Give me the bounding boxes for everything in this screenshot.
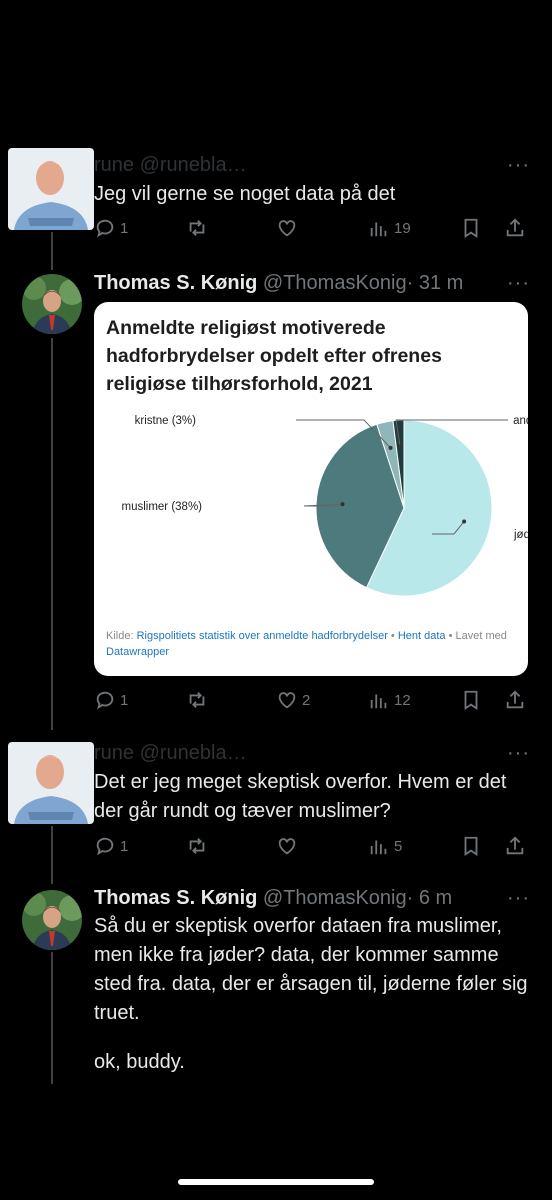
- action-bar: 1 5: [94, 832, 532, 860]
- share-button[interactable]: [504, 214, 530, 242]
- tweet-text-second-paragraph: ok, buddy.: [94, 1051, 185, 1073]
- thread-line-2: [51, 338, 53, 730]
- author-name[interactable]: Thomas S. Kønig: [94, 272, 257, 294]
- like-button[interactable]: [276, 214, 302, 242]
- reply-icon: [96, 219, 114, 238]
- slice-label: kristne (3%): [135, 415, 197, 427]
- views-icon: [370, 840, 387, 855]
- retweet-button[interactable]: [186, 686, 212, 714]
- like-button[interactable]: [276, 832, 302, 860]
- tweet-header: rune @runebla…: [94, 742, 502, 768]
- home-indicator[interactable]: [178, 1179, 374, 1185]
- retweet-icon: [189, 692, 205, 708]
- tweet-header: rune @runebla…: [94, 154, 502, 180]
- author-name[interactable]: rune: [94, 742, 134, 764]
- author-handle[interactable]: @ThomasKonig: [263, 272, 407, 294]
- share-button[interactable]: [504, 686, 530, 714]
- more-options-icon[interactable]: ···: [507, 154, 530, 177]
- label-leader-dot: [340, 502, 345, 507]
- reply-count: 1: [120, 837, 129, 855]
- avatar[interactable]: [22, 890, 82, 950]
- avatar[interactable]: [8, 148, 94, 230]
- retweet-button[interactable]: [186, 214, 212, 242]
- more-options-icon[interactable]: ···: [507, 742, 530, 765]
- timestamp: · 31 m: [406, 272, 464, 294]
- slice-label: jøder (57%): [513, 529, 528, 541]
- tweet-header: Thomas S. Kønig @ThomasKonig· 31 m: [94, 272, 502, 298]
- author-handle[interactable]: @ThomasKonig: [263, 887, 407, 909]
- source-link[interactable]: Rigspolitiets statistik over anmeldte ha…: [137, 630, 388, 642]
- thread-line-1: [51, 232, 53, 270]
- views-icon: [370, 694, 387, 709]
- slice-label: muslimer (38%): [121, 501, 202, 513]
- chart-card[interactable]: Anmeldte religiøst motiverede hadforbryd…: [94, 302, 528, 676]
- views-button[interactable]: 12: [368, 686, 411, 714]
- bookmark-button[interactable]: [460, 832, 486, 860]
- get-data-link[interactable]: Hent data: [398, 630, 446, 642]
- tweet-text: Jeg vil gerne se noget data på det: [94, 183, 396, 205]
- author-name[interactable]: rune: [94, 154, 134, 176]
- slice-label: andre (2%): [513, 415, 528, 427]
- author-handle[interactable]: @runebla…: [140, 154, 247, 176]
- share-icon: [506, 836, 524, 855]
- share-icon: [506, 690, 524, 709]
- heart-icon: [278, 692, 296, 709]
- more-options-icon[interactable]: ···: [507, 887, 530, 910]
- pie-chart: jøder (57%) muslimer (38%) kristne (3%) and…: [121, 415, 528, 597]
- retweet-icon: [189, 220, 205, 236]
- retweet-icon: [189, 838, 205, 854]
- bookmark-button[interactable]: [460, 214, 486, 242]
- avatar[interactable]: [22, 274, 82, 334]
- retweet-button[interactable]: [186, 832, 212, 860]
- bookmark-icon: [464, 836, 478, 856]
- reply-icon: [96, 691, 114, 710]
- bookmark-icon: [464, 690, 478, 710]
- source-separator: •: [387, 630, 398, 642]
- views-count: 19: [394, 219, 411, 237]
- reply-count: 1: [120, 691, 129, 709]
- heart-icon: [278, 220, 296, 237]
- label-leader-dot: [388, 445, 393, 450]
- views-icon: [370, 222, 387, 237]
- share-icon: [506, 218, 524, 237]
- reply-button[interactable]: 1: [94, 832, 128, 860]
- source-prefix: Kilde:: [106, 630, 134, 642]
- views-count: 12: [394, 691, 411, 709]
- views-button[interactable]: 5: [368, 832, 402, 860]
- source-mid: • Lavet med: [445, 630, 507, 642]
- author-name[interactable]: Thomas S. Kønig: [94, 887, 257, 909]
- label-leader-dot: [398, 444, 403, 449]
- tweet-text: Så du er skeptisk overfor dataen fra mus…: [94, 915, 528, 1024]
- avatar[interactable]: [8, 742, 94, 824]
- reply-icon: [96, 837, 114, 856]
- reply-button[interactable]: 1: [94, 214, 128, 242]
- author-handle[interactable]: @runebla…: [140, 742, 247, 764]
- action-bar: 1 2 12: [94, 686, 532, 714]
- bookmark-icon: [464, 218, 478, 238]
- like-count: 2: [302, 691, 311, 709]
- like-button[interactable]: 2: [276, 686, 310, 714]
- more-options-icon[interactable]: ···: [507, 272, 530, 295]
- share-button[interactable]: [504, 832, 530, 860]
- timestamp: · 6 m: [406, 887, 453, 909]
- thread-line-4: [51, 952, 53, 1084]
- views-button[interactable]: 19: [368, 214, 411, 242]
- bookmark-button[interactable]: [460, 686, 486, 714]
- datawrapper-link[interactable]: Datawrapper: [106, 646, 169, 658]
- heart-icon: [278, 838, 296, 855]
- views-count: 5: [394, 837, 403, 855]
- reply-count: 1: [120, 219, 129, 237]
- action-bar: 1 19: [94, 214, 532, 242]
- chart-source: Kilde: Rigspolitiets statistik over anme…: [106, 628, 518, 660]
- label-leader-dot: [462, 519, 467, 524]
- tweet-header: Thomas S. Kønig @ThomasKonig· 6 m: [94, 887, 502, 913]
- reply-button[interactable]: 1: [94, 686, 128, 714]
- thread-line-3: [51, 826, 53, 884]
- tweet-text: Det er jeg meget skeptisk overfor. Hvem …: [94, 771, 507, 822]
